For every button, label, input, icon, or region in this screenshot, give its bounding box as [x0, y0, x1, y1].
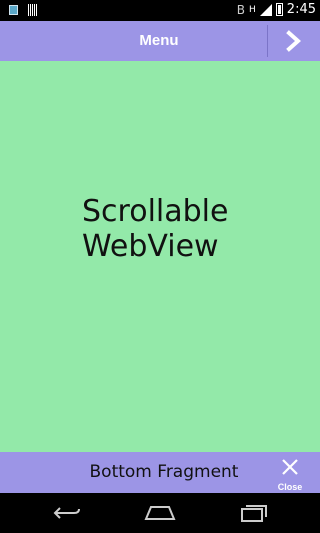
- battery-icon: [275, 3, 283, 16]
- action-bar: Menu: [0, 21, 320, 61]
- chevron-right-icon: [286, 30, 302, 52]
- close-button[interactable]: Close: [270, 456, 310, 492]
- network-type: H: [249, 4, 256, 15]
- barcode-notification-icon: [28, 4, 38, 16]
- scrollable-webview[interactable]: Scrollable WebView: [0, 61, 320, 452]
- close-icon: [282, 459, 298, 475]
- recents-icon: [241, 505, 267, 522]
- home-icon: [144, 506, 176, 520]
- bluetooth-icon: B: [236, 2, 246, 17]
- recents-button[interactable]: [234, 501, 274, 525]
- webview-text: Scrollable WebView: [82, 194, 228, 264]
- status-time: 2:45: [286, 2, 316, 17]
- app-notification-icon: [9, 5, 18, 15]
- signal-icon: [259, 3, 272, 16]
- status-indicators: B H 2:45: [237, 2, 316, 17]
- back-button[interactable]: [47, 501, 87, 525]
- back-icon: [53, 507, 80, 519]
- webview-text-line1: Scrollable: [82, 194, 229, 229]
- status-bar: B H 2:45: [0, 0, 320, 21]
- status-notifications: [9, 4, 38, 16]
- navigation-bar: [0, 493, 320, 533]
- next-button[interactable]: [268, 21, 320, 61]
- close-label: Close: [277, 482, 303, 492]
- webview-text-line2: WebView: [82, 229, 219, 264]
- bottom-fragment: Bottom Fragment Close: [0, 452, 320, 493]
- home-button[interactable]: [140, 501, 180, 525]
